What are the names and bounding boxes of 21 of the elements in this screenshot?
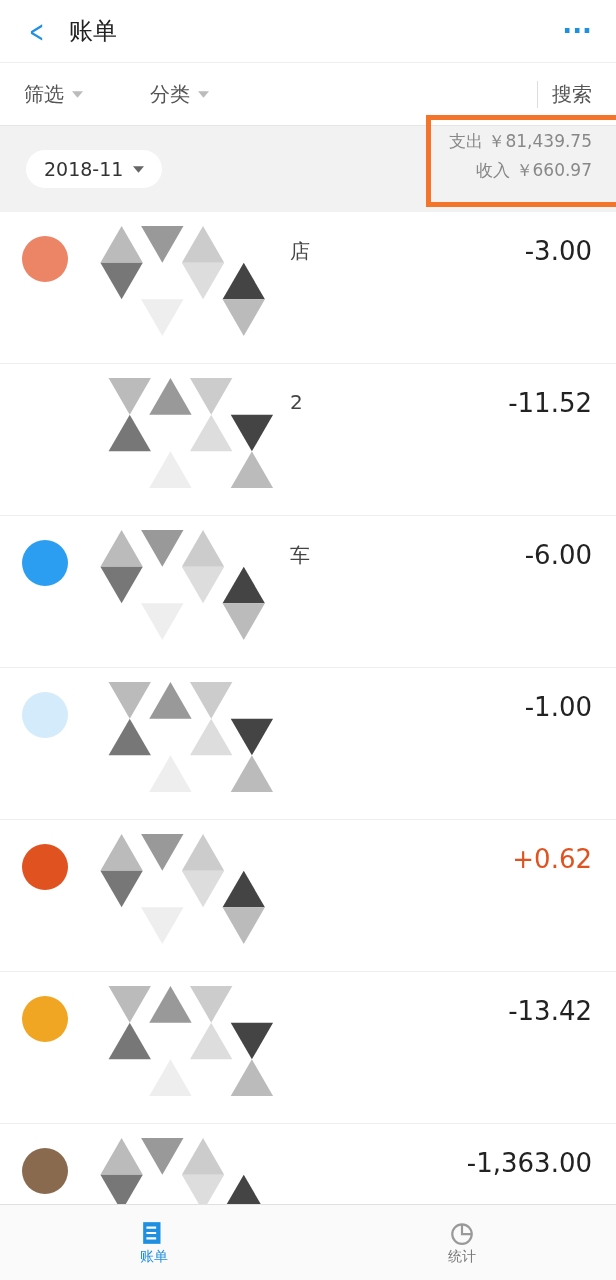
merchant-text: 2	[290, 390, 303, 414]
summary-line: 支出 ￥81,439.75	[449, 130, 592, 153]
merchant-text: 车	[290, 542, 310, 569]
amount-text: -1.00	[524, 692, 592, 722]
tab-item[interactable]: 统计	[308, 1205, 616, 1280]
amount-text: -1,363.00	[466, 1148, 592, 1178]
filter-dropdown[interactable]: 筛选	[24, 80, 150, 108]
search-button[interactable]: 搜索	[537, 80, 592, 108]
amount-text: -3.00	[524, 236, 592, 266]
page-title: 账单	[69, 16, 119, 47]
filter-dropdown[interactable]: 分类	[150, 80, 276, 108]
caret-icon	[72, 90, 83, 98]
amount-text: -13.42	[508, 996, 592, 1026]
amount-text: +0.62	[512, 844, 592, 874]
merchant-text: 店	[290, 238, 310, 265]
amount-text: -11.52	[508, 388, 592, 418]
month-picker[interactable]: 2018-11	[26, 150, 163, 188]
summary-line: 收入 ￥660.97	[476, 159, 592, 182]
caret-icon	[133, 165, 145, 173]
caret-icon	[198, 90, 209, 98]
amount-text: -6.00	[524, 540, 592, 570]
